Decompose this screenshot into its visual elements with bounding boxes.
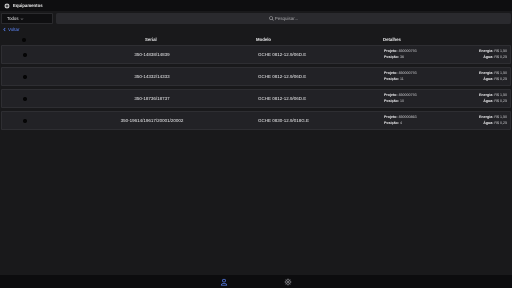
status-dot: [23, 97, 27, 101]
bottom-nav: [0, 275, 512, 288]
search-input[interactable]: Pesquisar...: [56, 13, 511, 24]
status-dot: [23, 119, 27, 123]
position-value: 4: [399, 121, 402, 125]
energy-label: Energia:: [479, 49, 494, 53]
water-value: R$ 0,25: [494, 55, 507, 59]
model-cell: GCHE 0812-12.9/06D.E: [258, 52, 307, 57]
serial-cell: 350-19614/19617/20001/20002: [120, 118, 184, 123]
chevron-down-icon: [21, 17, 24, 20]
water-value: R$ 0,25: [494, 77, 507, 81]
user-icon: [220, 278, 228, 285]
header-serial: Serial: [145, 37, 157, 42]
price-details: Energia: R$ 1,50 Água: R$ 0,25: [479, 70, 507, 82]
position-label: Posição:: [384, 121, 399, 125]
project-label: Projeto:: [384, 93, 398, 97]
project-label: Projeto:: [384, 71, 398, 75]
table-row[interactable]: 350-19614/19617/20001/20002 GCHE 0830-12…: [1, 111, 511, 130]
filter-row: Todos Pesquisar...: [0, 13, 512, 25]
tab-profile[interactable]: [220, 277, 228, 286]
price-details: Energia: R$ 1,50 Água: R$ 0,25: [479, 92, 507, 104]
project-details: Projeto: 850000793 Posição: 10: [384, 92, 417, 104]
serial-cell: 350-14838/14839: [134, 52, 170, 57]
position-label: Posição:: [384, 77, 399, 81]
position-label: Posição:: [384, 55, 399, 59]
project-value: 850000793: [398, 93, 417, 97]
position-label: Posição:: [384, 99, 399, 103]
equipment-list: 350-14838/14839 GCHE 0812-12.9/06D.E Pro…: [1, 45, 511, 133]
gear-icon: [4, 2, 10, 9]
energy-value: R$ 1,50: [494, 49, 507, 53]
water-value: R$ 0,25: [494, 99, 507, 103]
header-details: Detalhes: [383, 37, 401, 42]
position-value: 11: [399, 77, 404, 81]
search-placeholder: Pesquisar...: [274, 16, 299, 21]
price-details: Energia: R$ 1,50 Água: R$ 0,25: [479, 48, 507, 60]
price-details: Energia: R$ 1,50 Água: R$ 0,25: [479, 114, 507, 126]
project-value: 850000793: [398, 49, 417, 53]
project-details: Projeto: 850000793 Posição: 36: [384, 48, 417, 60]
project-label: Projeto:: [384, 115, 398, 119]
filter-select[interactable]: Todos: [1, 13, 53, 24]
table-header: Serial Modelo Detalhes: [0, 36, 512, 44]
water-label: Água:: [483, 99, 494, 103]
energy-value: R$ 1,50: [494, 71, 507, 75]
search-icon: [269, 16, 274, 21]
energy-label: Energia:: [479, 115, 494, 119]
model-cell: GCHE 0812-12.9/06D.E: [258, 74, 307, 79]
water-label: Água:: [483, 121, 494, 125]
energy-value: R$ 1,50: [494, 93, 507, 97]
model-cell: GCHE 0812-12.9/06D.E: [258, 96, 307, 101]
status-dot: [23, 53, 27, 57]
project-details: Projeto: 850000793 Posição: 11: [384, 70, 417, 82]
position-value: 36: [399, 55, 404, 59]
serial-cell: 350-14332/14333: [134, 74, 170, 79]
project-details: Projeto: 850000863 Posição: 4: [384, 114, 417, 126]
back-label: Voltar: [8, 27, 20, 32]
status-dot: [23, 75, 27, 79]
water-label: Água:: [483, 55, 494, 59]
water-label: Água:: [483, 77, 494, 81]
tab-settings[interactable]: [284, 277, 292, 286]
app-title: Equipamentos: [13, 3, 43, 8]
chevron-left-icon: [3, 27, 6, 32]
table-row[interactable]: 350-14838/14839 GCHE 0812-12.9/06D.E Pro…: [1, 45, 511, 64]
energy-label: Energia:: [479, 71, 494, 75]
model-cell: GCHE 0830-12.9/018G.E: [258, 118, 310, 123]
back-button[interactable]: Voltar: [2, 27, 20, 32]
energy-label: Energia:: [479, 93, 494, 97]
table-row[interactable]: 350-14332/14333 GCHE 0812-12.9/06D.E Pro…: [1, 67, 511, 86]
table-row[interactable]: 350-18736/18737 GCHE 0812-12.9/06D.E Pro…: [1, 89, 511, 108]
project-label: Projeto:: [384, 49, 398, 53]
header-model: Modelo: [256, 37, 272, 42]
filter-value: Todos: [7, 16, 19, 21]
top-bar: Equipamentos: [0, 0, 512, 11]
header-status-dot: [22, 38, 26, 42]
serial-cell: 350-18736/18737: [134, 96, 170, 101]
project-value: 850000793: [398, 71, 417, 75]
energy-value: R$ 1,50: [494, 115, 507, 119]
water-value: R$ 0,25: [494, 121, 507, 125]
project-value: 850000863: [398, 115, 417, 119]
position-value: 10: [399, 99, 404, 103]
gear-icon: [284, 278, 292, 285]
